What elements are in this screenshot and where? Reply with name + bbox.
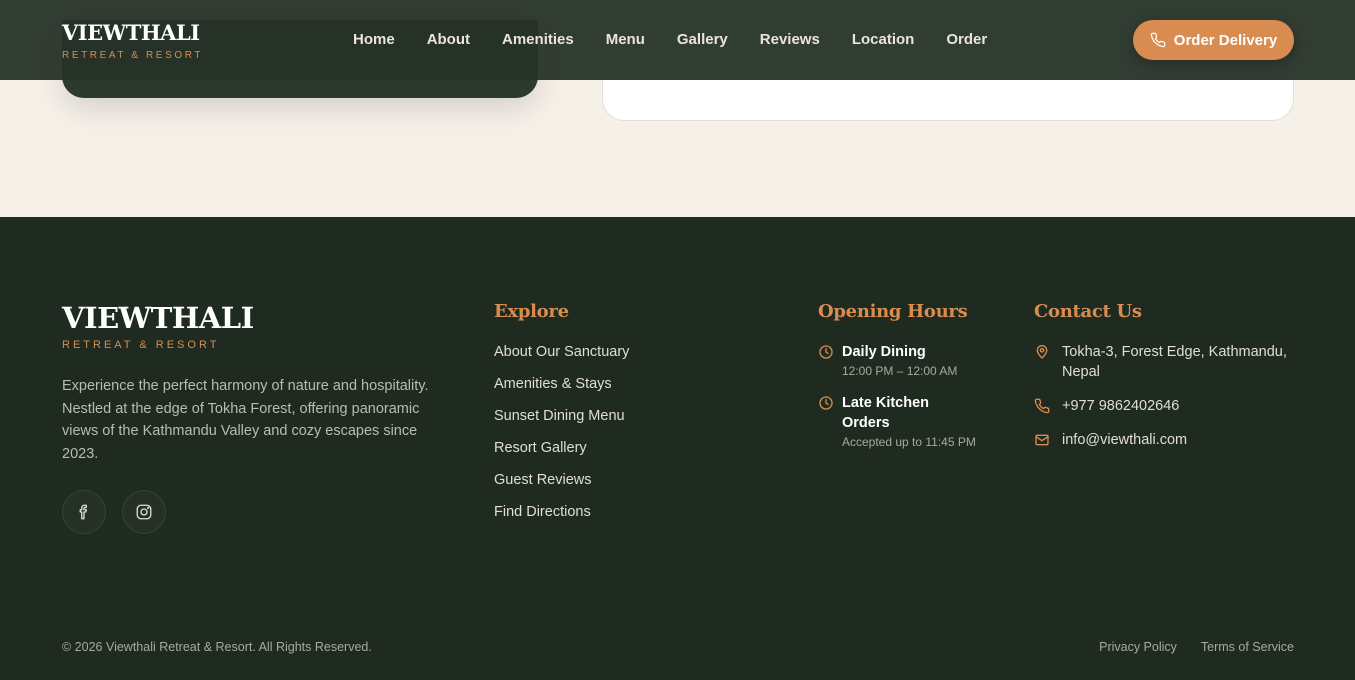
top-navbar: VIEWTHALI RETREAT & RESORT Home About Am… — [0, 0, 1355, 80]
phone-icon — [1150, 32, 1166, 48]
phone-icon — [1034, 398, 1050, 414]
explore-link-directions[interactable]: Find Directions — [494, 502, 629, 522]
clock-icon — [819, 396, 833, 410]
contact-column: Contact Us Tokha-3, Forest Edge, Kathman… — [1034, 301, 1296, 450]
hours-item-detail: 12:00 PM – 12:00 AM — [842, 364, 958, 378]
copyright-text: © 2026 Viewthali Retreat & Resort. All R… — [62, 640, 372, 654]
nav-order[interactable]: Order — [946, 30, 987, 50]
main-nav: Home About Amenities Menu Gallery Review… — [353, 30, 1019, 50]
contact-email-text: info@viewthali.com — [1062, 432, 1188, 448]
hours-item-title: Late Kitchen Orders — [842, 395, 930, 431]
order-delivery-label: Order Delivery — [1173, 31, 1278, 49]
instagram-link[interactable] — [122, 490, 166, 534]
footer-logo: VIEWTHALI RETREAT & RESORT — [62, 301, 254, 351]
nav-menu[interactable]: Menu — [606, 30, 645, 50]
order-delivery-button[interactable]: Order Delivery — [1133, 20, 1294, 60]
explore-link-amenities[interactable]: Amenities & Stays — [494, 374, 629, 394]
explore-link-sanctuary[interactable]: About Our Sanctuary — [494, 342, 629, 362]
brand-tagline: RETREAT & RESORT — [62, 50, 204, 61]
explore-link-gallery[interactable]: Resort Gallery — [494, 438, 629, 458]
contact-address-text: Tokha-3, Forest Edge, Kathmandu, Nepal — [1062, 344, 1287, 380]
opening-hours-column: Opening Hours Daily Dining 12:00 PM – 12… — [818, 301, 978, 450]
explore-title: Explore — [494, 301, 569, 322]
nav-location[interactable]: Location — [852, 30, 915, 50]
footer-description: Experience the perfect harmony of nature… — [62, 378, 429, 462]
social-links — [62, 490, 166, 534]
mail-icon — [1035, 434, 1049, 446]
explore-column: Explore About Our Sanctuary Amenities & … — [494, 301, 629, 534]
contact-address[interactable]: Tokha-3, Forest Edge, Kathmandu, Nepal — [1034, 342, 1296, 382]
footer-brand-tagline: RETREAT & RESORT — [62, 339, 220, 351]
hours-item-detail: Accepted up to 11:45 PM — [842, 435, 976, 449]
facebook-icon — [79, 504, 87, 520]
hours-item: Daily Dining 12:00 PM – 12:00 AM — [818, 342, 978, 379]
hours-title: Opening Hours — [818, 301, 968, 322]
hours-item-title: Daily Dining — [842, 344, 926, 360]
legal-links: Privacy Policy Terms of Service — [1099, 640, 1294, 654]
nav-home[interactable]: Home — [353, 30, 395, 50]
facebook-link[interactable] — [62, 490, 106, 534]
brand-name: VIEWTHALI — [62, 20, 200, 45]
contact-phone-text: +977 9862402646 — [1062, 398, 1180, 414]
instagram-icon — [136, 504, 152, 520]
nav-about[interactable]: About — [427, 30, 470, 50]
contact-phone[interactable]: +977 9862402646 — [1034, 396, 1296, 416]
hours-item: Late Kitchen Orders Accepted up to 11:45… — [818, 393, 978, 450]
header-logo[interactable]: VIEWTHALI RETREAT & RESORT — [62, 20, 203, 61]
nav-reviews[interactable]: Reviews — [760, 30, 820, 50]
nav-amenities[interactable]: Amenities — [502, 30, 574, 50]
contact-title: Contact Us — [1034, 301, 1142, 322]
footer-brand-name: VIEWTHALI — [62, 301, 254, 335]
nav-gallery[interactable]: Gallery — [677, 30, 728, 50]
contact-email[interactable]: info@viewthali.com — [1034, 430, 1296, 450]
explore-link-reviews[interactable]: Guest Reviews — [494, 470, 629, 490]
terms-of-service-link[interactable]: Terms of Service — [1201, 640, 1294, 654]
site-footer: VIEWTHALI RETREAT & RESORT Experience th… — [0, 217, 1355, 680]
map-pin-icon — [1036, 345, 1048, 359]
explore-links: About Our Sanctuary Amenities & Stays Su… — [494, 342, 629, 522]
privacy-policy-link[interactable]: Privacy Policy — [1099, 640, 1177, 654]
explore-link-menu[interactable]: Sunset Dining Menu — [494, 406, 629, 426]
clock-icon — [819, 345, 833, 359]
